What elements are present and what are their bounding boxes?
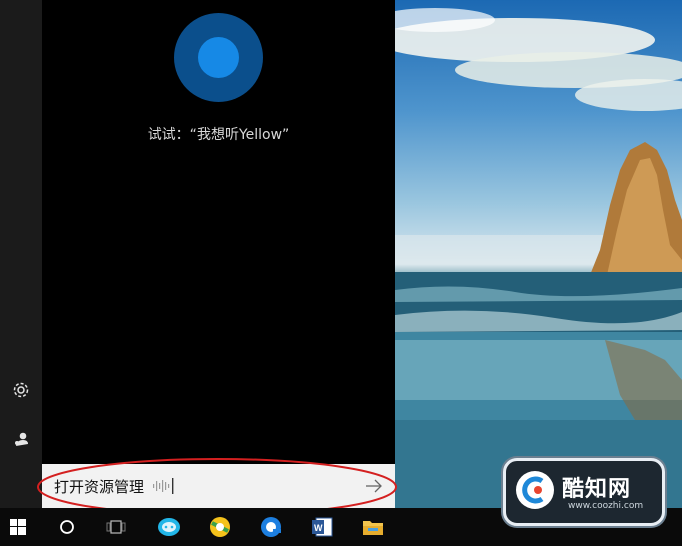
cortana-panel: 试试：“我想听Yellow” 打开资源管理 [42, 0, 395, 508]
cortana-logo-inner [198, 37, 239, 78]
watermark-title: 酷知网 [562, 477, 632, 502]
cortana-hint: 试试：“我想听Yellow” [147, 127, 290, 143]
start-left-rail [0, 0, 42, 508]
word-app-icon[interactable]: W [307, 512, 337, 542]
search-input[interactable]: 打开资源管理 [54, 476, 144, 497]
wallpaper-scene [395, 8, 682, 508]
voice-wave-icon [153, 478, 174, 494]
cortana-logo[interactable] [174, 13, 263, 102]
settings-icon[interactable] [9, 378, 33, 402]
file-explorer-icon[interactable] [358, 512, 388, 542]
browser-app-icon-2[interactable] [256, 512, 286, 542]
cortana-search-icon[interactable] [52, 512, 82, 542]
watermark-badge: 酷知网 www.coozhi.com [503, 458, 665, 526]
account-icon[interactable] [9, 427, 33, 451]
submit-arrow-icon[interactable] [363, 475, 385, 497]
svg-text:W: W [314, 523, 323, 533]
watermark-logo-icon [516, 471, 554, 509]
browser-app-icon[interactable] [205, 512, 235, 542]
windows-start-icon[interactable] [3, 512, 33, 542]
search-box[interactable]: 打开资源管理 [42, 464, 395, 508]
desktop-wallpaper [395, 0, 682, 508]
watermark-url: www.coozhi.com [568, 501, 644, 511]
chat-app-icon[interactable] [154, 512, 184, 542]
task-view-icon[interactable] [101, 512, 131, 542]
